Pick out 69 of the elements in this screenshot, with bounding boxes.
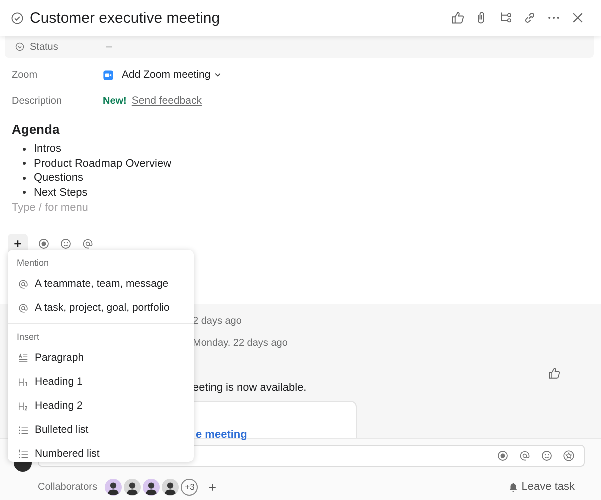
list-item: Questions: [34, 172, 84, 184]
menu-section-title: Mention: [16, 258, 50, 270]
text-input-field[interactable]: Type / for menu: [12, 202, 212, 214]
status-icon: [15, 42, 25, 52]
leave-task-button[interactable]: Leave task: [508, 481, 575, 493]
video-camera-icon: [103, 70, 114, 80]
avatar[interactable]: [162, 478, 180, 496]
list-item: Product Roadmap Overview: [34, 158, 172, 170]
bullet-icon: [23, 191, 26, 194]
mention-icon[interactable]: [519, 450, 531, 462]
list-item: Next Steps: [34, 186, 88, 199]
menu-item-label: A task, project, goal, portfolio: [35, 302, 170, 314]
bullet-icon: [23, 162, 26, 166]
more-collaborators-badge[interactable]: +3: [181, 478, 198, 496]
add-icon[interactable]: [208, 482, 218, 492]
avatar[interactable]: [124, 478, 142, 496]
menu-item[interactable]: A task, project, goal, portfolio: [8, 296, 194, 320]
field-value[interactable]: –: [106, 41, 112, 53]
menu-item-label: Numbered list: [35, 448, 100, 460]
close-icon[interactable]: [571, 11, 585, 25]
menu-item[interactable]: Bulleted list: [8, 418, 194, 442]
thumbs-up-icon[interactable]: [451, 11, 465, 25]
record-icon[interactable]: [497, 450, 509, 462]
add-zoom-meeting-button[interactable]: Add Zoom meeting: [122, 69, 222, 81]
record-icon[interactable]: [38, 238, 50, 250]
comment-text: eeting is now available.: [193, 382, 308, 394]
new-label: New!: [103, 96, 127, 106]
bulleted-list-icon: [18, 424, 29, 436]
emoji-icon[interactable]: [60, 238, 72, 250]
mention-icon[interactable]: [82, 238, 94, 250]
list-item: Intros: [34, 143, 62, 156]
collaborators-label: Collaborators: [38, 482, 98, 492]
menu-item[interactable]: Heading 1: [8, 370, 194, 394]
menu-item-label: Heading 1: [35, 376, 83, 388]
story-time: Monday. 22 days ago: [193, 338, 289, 349]
bell-icon: [508, 482, 519, 492]
menu-item-label: Heading 2: [35, 400, 83, 412]
menu-item[interactable]: Heading 2: [8, 394, 194, 418]
avatar[interactable]: [105, 478, 122, 496]
mention-icon: [18, 278, 29, 290]
heading-two-icon: [18, 400, 29, 412]
plus-icon: [13, 239, 23, 249]
paragraph-icon: [18, 352, 29, 364]
emoji-icon[interactable]: [541, 450, 553, 462]
bullet-icon: [23, 176, 26, 180]
menu-item-label: Paragraph: [35, 352, 84, 364]
menu-item[interactable]: A teammate, team, message: [8, 272, 194, 296]
field-label: Status: [30, 42, 60, 52]
join-meeting-link[interactable]: e meeting: [196, 429, 248, 441]
numbered-list-icon: [18, 448, 29, 460]
send-feedback-link[interactable]: Send feedback: [132, 95, 202, 107]
star-icon[interactable]: [563, 450, 575, 462]
avatar[interactable]: [143, 478, 160, 496]
menu-section-title: Insert: [16, 332, 41, 344]
menu-item[interactable]: Paragraph: [8, 346, 194, 370]
thumbs-up-icon[interactable]: [548, 367, 561, 380]
link-icon[interactable]: [523, 11, 537, 25]
field-label: Zoom: [12, 70, 39, 80]
subtask-icon[interactable]: [499, 11, 513, 25]
menu-item-label: Bulleted list: [35, 424, 89, 436]
description-heading: Agenda: [12, 122, 61, 137]
caret-icon: [214, 71, 222, 79]
complete-check-icon[interactable]: [11, 12, 24, 24]
mention-icon: [18, 302, 29, 314]
bullet-icon: [23, 148, 26, 151]
menu-item-label: A teammate, team, message: [35, 278, 169, 290]
heading-one-icon: [18, 376, 29, 388]
task-title: Customer executive meeting: [30, 10, 220, 26]
field-label: Description: [12, 96, 64, 106]
